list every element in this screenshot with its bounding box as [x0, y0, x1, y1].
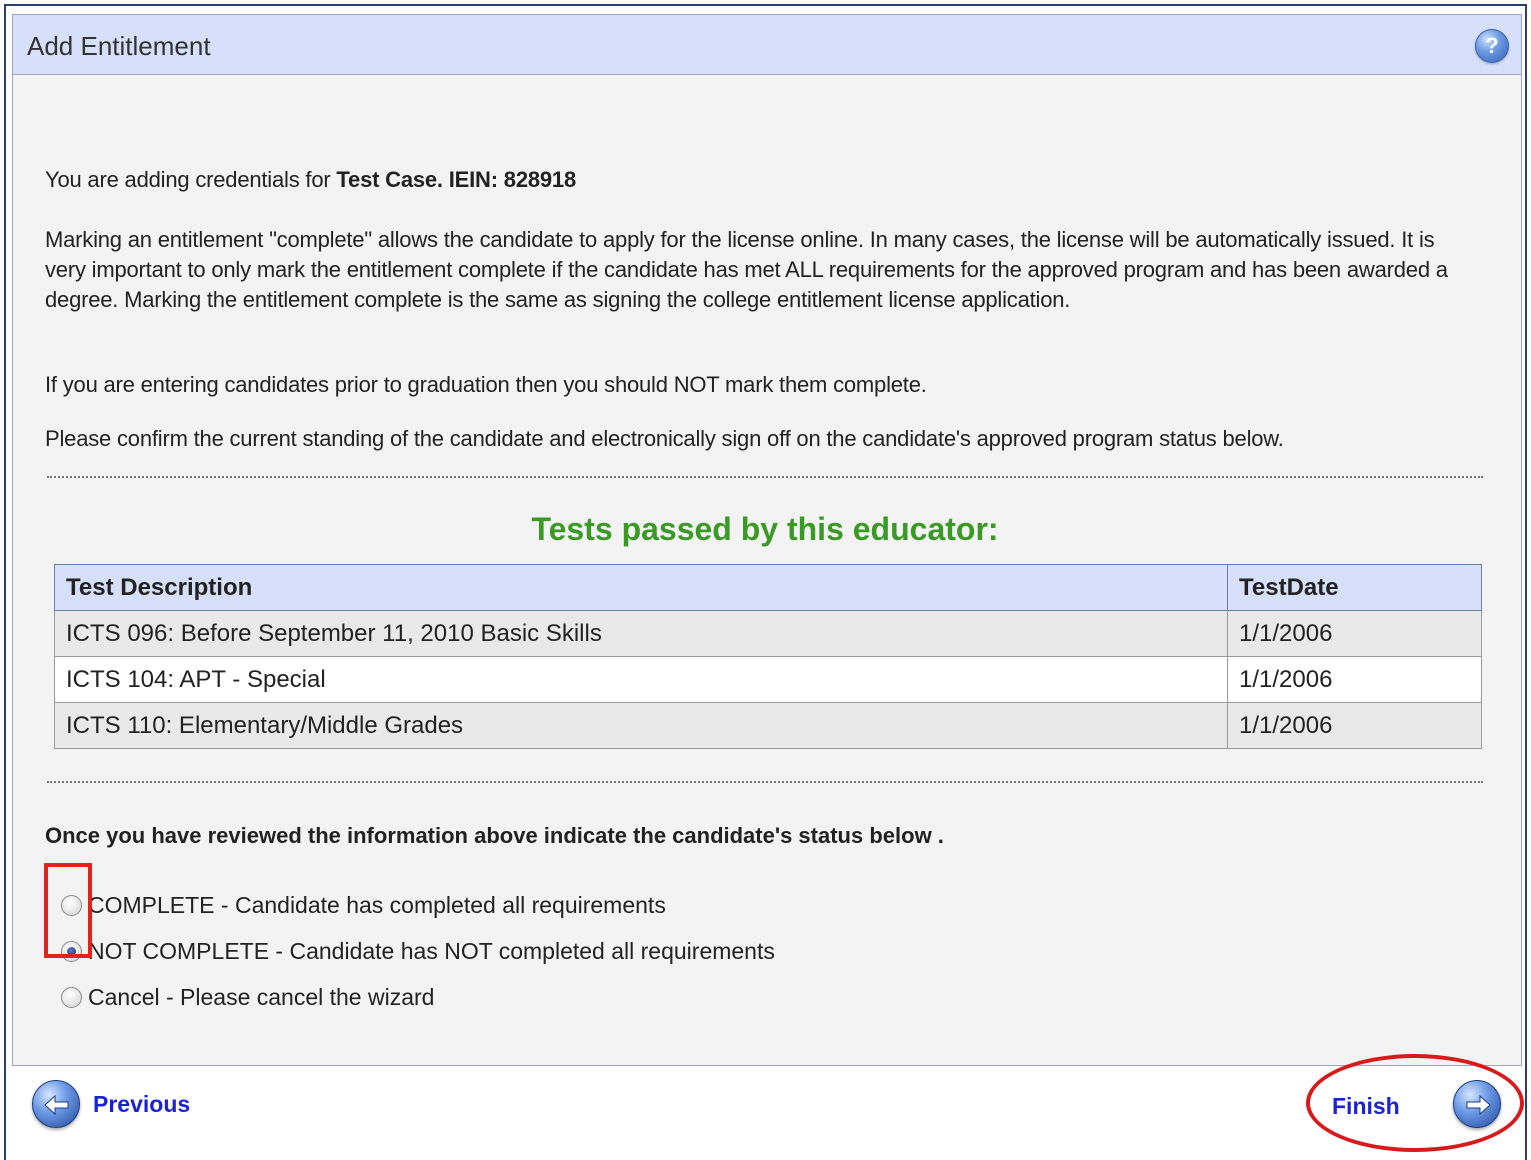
graduation-note: If you are entering candidates prior to …	[45, 372, 927, 397]
test-date-cell: 1/1/2006	[1227, 610, 1482, 657]
radio-label-not-complete[interactable]: NOT COMPLETE - Candidate has NOT complet…	[88, 938, 775, 965]
arrow-left-icon[interactable]	[32, 1080, 80, 1128]
test-date-cell: 1/1/2006	[1227, 656, 1482, 703]
review-prompt: Once you have reviewed the information a…	[45, 823, 944, 848]
test-description-cell: ICTS 104: APT - Special	[54, 656, 1228, 703]
table-row: ICTS 104: APT - Special 1/1/2006	[54, 656, 1482, 703]
panel-title: Add Entitlement	[27, 31, 211, 61]
finish-highlight-annotation	[1306, 1054, 1524, 1152]
test-description-cell: ICTS 096: Before September 11, 2010 Basi…	[54, 610, 1228, 657]
intro-prefix: You are adding credentials for	[45, 167, 337, 192]
entitlement-explanation: Marking an entitlement "complete" allows…	[45, 227, 1448, 312]
table-row: ICTS 096: Before September 11, 2010 Basi…	[54, 610, 1482, 657]
divider	[47, 781, 1483, 783]
add-entitlement-panel: Add Entitlement ? You are adding credent…	[12, 14, 1522, 1066]
intro-text: You are adding credentials for Test Case…	[45, 167, 576, 193]
help-icon[interactable]: ?	[1475, 29, 1509, 63]
panel-header: Add Entitlement ?	[13, 15, 1521, 75]
radio-cancel[interactable]	[61, 986, 82, 1008]
tests-title: Tests passed by this educator:	[531, 511, 999, 547]
previous-label[interactable]: Previous	[93, 1091, 190, 1118]
previous-button[interactable]: Previous	[32, 1080, 190, 1128]
status-option-cancel[interactable]: Cancel - Please cancel the wizard	[61, 982, 434, 1012]
test-description-cell: ICTS 110: Elementary/Middle Grades	[54, 702, 1228, 749]
test-date-cell: 1/1/2006	[1227, 702, 1482, 749]
status-option-not-complete[interactable]: NOT COMPLETE - Candidate has NOT complet…	[61, 936, 775, 966]
candidate-identity: Test Case. IEIN: 828918	[336, 167, 576, 192]
radio-label-cancel[interactable]: Cancel - Please cancel the wizard	[88, 984, 434, 1011]
divider	[47, 476, 1483, 478]
table-header-row: Test Description TestDate	[54, 564, 1482, 611]
table-row: ICTS 110: Elementary/Middle Grades 1/1/2…	[54, 702, 1482, 749]
tests-table: Test Description TestDate ICTS 096: Befo…	[54, 564, 1482, 749]
column-header-description: Test Description	[54, 564, 1228, 611]
radio-highlight-annotation	[44, 863, 92, 958]
status-option-complete[interactable]: COMPLETE - Candidate has completed all r…	[61, 890, 666, 920]
column-header-testdate: TestDate	[1227, 564, 1482, 611]
confirm-instruction: Please confirm the current standing of t…	[45, 426, 1284, 451]
radio-label-complete[interactable]: COMPLETE - Candidate has completed all r…	[88, 892, 666, 919]
